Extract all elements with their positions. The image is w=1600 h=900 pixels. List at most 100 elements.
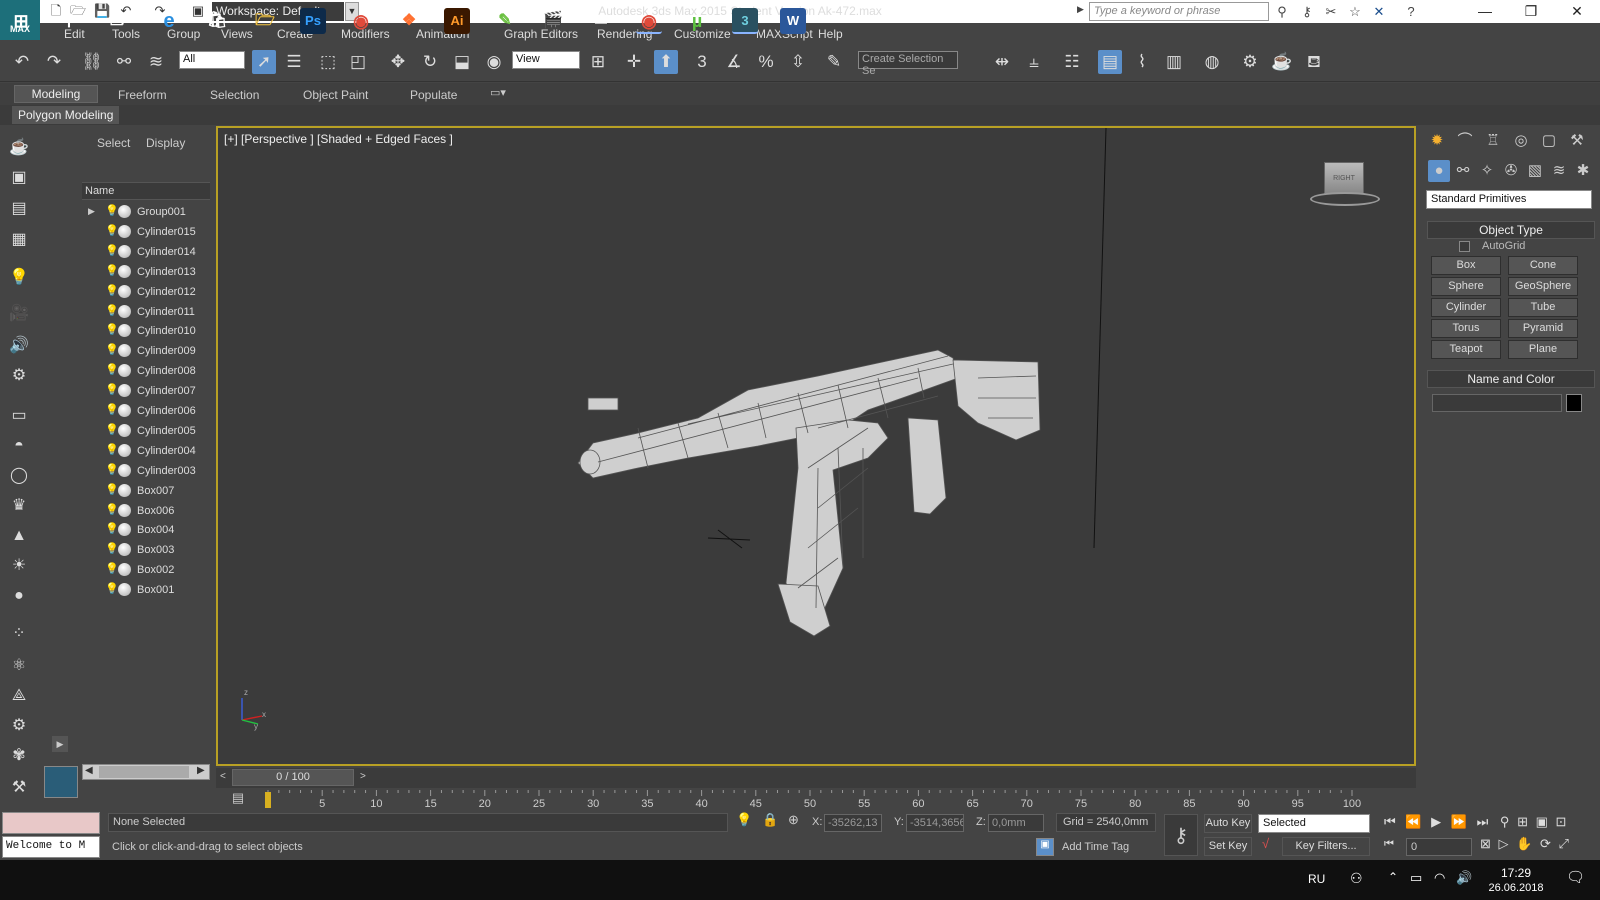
move-icon[interactable]: ✥ xyxy=(386,50,410,74)
visibility-bulb-icon[interactable]: 💡 xyxy=(105,463,119,476)
utorrent-icon[interactable]: µ xyxy=(684,8,710,34)
visibility-bulb-icon[interactable]: 💡 xyxy=(105,423,119,436)
select-manipulate-icon[interactable]: ✛ xyxy=(622,50,646,74)
rectangle-shape-icon[interactable]: ▭ xyxy=(6,404,32,428)
select-by-name-icon[interactable]: ☰ xyxy=(282,50,306,74)
y-coordinate-field[interactable]: -3514,3656 xyxy=(906,814,964,832)
subscription-icon[interactable]: ✂ xyxy=(1322,3,1340,20)
spinner-snap-icon[interactable]: ⇳ xyxy=(786,50,810,74)
play-icon[interactable]: ▶ xyxy=(1431,814,1441,829)
visibility-bulb-icon[interactable]: 💡 xyxy=(105,343,119,356)
rectangular-region-icon[interactable]: ⬚ xyxy=(316,50,340,74)
go-to-start-icon[interactable]: ⏮ xyxy=(1384,814,1396,829)
visibility-bulb-icon[interactable]: 💡 xyxy=(105,284,119,297)
selection-lock-icon[interactable]: 🔒 xyxy=(762,812,778,828)
scroll-right-icon[interactable]: ▶ xyxy=(197,765,205,776)
word-icon[interactable]: W xyxy=(780,8,806,34)
file-explorer-icon[interactable]: 🗁 xyxy=(252,8,278,34)
snaps-toggle-icon[interactable]: 3 xyxy=(690,50,714,74)
task-view-icon[interactable]: ❐ xyxy=(104,8,130,34)
utilities-tab-icon[interactable]: ⚒ xyxy=(1566,130,1588,152)
key-icon[interactable]: ⚷ xyxy=(1298,3,1316,20)
field-of-view-icon[interactable]: ▷ xyxy=(1499,836,1509,851)
name-and-color-rollout[interactable]: Name and Color xyxy=(1427,370,1595,388)
spacewarps-icon[interactable]: ≋ xyxy=(1548,160,1570,182)
expand-arrow-icon[interactable]: ▶ xyxy=(52,736,68,752)
explorer-row[interactable]: 💡 Cylinder006 xyxy=(82,401,210,421)
explorer-row[interactable]: 💡 Cylinder008 xyxy=(82,361,210,381)
time-slider[interactable]: < 0 / 100 > xyxy=(216,768,1416,788)
placement-icon[interactable]: ◉ xyxy=(482,50,506,74)
app-icon[interactable]: ❖ xyxy=(396,8,422,34)
add-time-tag-button[interactable]: Add Time Tag xyxy=(1062,841,1129,853)
tab-freeform[interactable]: Freeform xyxy=(118,88,167,102)
notes-icon[interactable]: ✎ xyxy=(492,8,518,34)
favorites-icon[interactable]: ☆ xyxy=(1346,3,1364,20)
table-icon[interactable]: ▦ xyxy=(6,228,32,252)
explorer-tab-display[interactable]: Display xyxy=(146,136,185,150)
visibility-bulb-icon[interactable]: 💡 xyxy=(105,483,119,496)
store-icon[interactable]: 🛍 xyxy=(204,8,230,34)
crown-icon[interactable]: ♛ xyxy=(6,494,32,518)
tab-modeling[interactable]: Modeling xyxy=(14,85,98,103)
z-coordinate-field[interactable]: 0,0mm xyxy=(988,814,1044,832)
visibility-bulb-icon[interactable]: 💡 xyxy=(105,503,119,516)
explorer-scrollbar[interactable]: ◀ ▶ xyxy=(82,764,210,780)
visibility-bulb-icon[interactable]: 💡 xyxy=(105,403,119,416)
tetra-icon[interactable]: ⟁ xyxy=(6,684,32,708)
ribbon-options-icon[interactable]: ▭▾ xyxy=(490,86,506,99)
render-frame-icon[interactable]: ▣ xyxy=(6,166,32,190)
viewcube[interactable]: RIGHT xyxy=(1324,162,1364,194)
explorer-row[interactable]: 💡 Cylinder013 xyxy=(82,262,210,282)
volume-icon[interactable]: 🔊 xyxy=(1456,870,1472,886)
video-icon[interactable]: 🎬 xyxy=(540,8,566,34)
robot-icon[interactable]: ⚙ xyxy=(6,364,32,388)
menu-help[interactable]: Help xyxy=(818,27,843,41)
scene-explorer-icon[interactable]: ▤ xyxy=(1098,50,1122,74)
systems-icon[interactable]: ✱ xyxy=(1572,160,1594,182)
visibility-bulb-icon[interactable]: 💡 xyxy=(105,204,119,217)
unlink-icon[interactable]: ⚯ xyxy=(112,50,136,74)
explorer-column-name[interactable]: Name xyxy=(82,182,210,200)
autogrid-checkbox[interactable] xyxy=(1459,241,1470,252)
create-box-button[interactable]: Box xyxy=(1431,256,1501,275)
gear-icon[interactable]: ⚙ xyxy=(6,714,32,738)
visibility-bulb-icon[interactable]: 💡 xyxy=(105,323,119,336)
visibility-bulb-icon[interactable]: 💡 xyxy=(105,582,119,595)
create-pyramid-button[interactable]: Pyramid xyxy=(1508,319,1578,338)
object-name-input[interactable] xyxy=(1432,394,1562,412)
explorer-row[interactable]: 💡 Cylinder007 xyxy=(82,381,210,401)
wifi-icon[interactable]: ◠ xyxy=(1434,870,1445,886)
mini-curve-editor-icon[interactable]: ▤ xyxy=(228,790,248,808)
key-mode-dropdown[interactable]: Selected xyxy=(1258,814,1370,833)
object-type-rollout[interactable]: Object Type xyxy=(1427,221,1595,239)
viewcube-compass-ring[interactable] xyxy=(1310,192,1380,206)
curve-editor-icon[interactable]: ⌇ xyxy=(1130,50,1154,74)
window-crossing-icon[interactable]: ◰ xyxy=(346,50,370,74)
x-coordinate-field[interactable]: -35262,13 xyxy=(824,814,882,832)
object-color-swatch[interactable] xyxy=(1566,394,1582,412)
sound-icon[interactable]: 🔊 xyxy=(6,334,32,358)
visibility-bulb-icon[interactable]: 💡 xyxy=(105,383,119,396)
absolute-mode-icon[interactable]: ⊕ xyxy=(788,812,799,828)
visibility-bulb-icon[interactable]: 💡 xyxy=(105,562,119,575)
maximize-viewport-icon[interactable]: ⤢ xyxy=(1559,836,1569,851)
tab-object-paint[interactable]: Object Paint xyxy=(303,88,368,102)
explorer-row[interactable]: 💡 Cylinder004 xyxy=(82,441,210,461)
clock-time[interactable]: 17:29 xyxy=(1484,866,1548,880)
visibility-bulb-icon[interactable]: 💡 xyxy=(105,264,119,277)
maxscript-mini-listener-top[interactable] xyxy=(2,812,100,834)
visibility-bulb-icon[interactable]: 💡 xyxy=(105,542,119,555)
create-geosphere-button[interactable]: GeoSphere xyxy=(1508,277,1578,296)
cone-icon[interactable]: ▲ xyxy=(6,524,32,548)
percent-snap-icon[interactable]: % xyxy=(754,50,778,74)
primitive-type-dropdown[interactable]: Standard Primitives xyxy=(1426,190,1592,209)
expand-arrow-icon[interactable]: ▶ xyxy=(88,206,95,217)
viewport-layout-thumbnail[interactable] xyxy=(44,766,78,798)
chrome-profile-icon[interactable]: ◉ xyxy=(636,8,662,34)
minimize-button[interactable]: — xyxy=(1462,0,1508,23)
visibility-bulb-icon[interactable]: 💡 xyxy=(105,224,119,237)
redo-icon[interactable]: ↷ xyxy=(42,50,66,74)
rotate-icon[interactable]: ↻ xyxy=(418,50,442,74)
windows-start-icon[interactable]: ⊞ xyxy=(8,8,34,34)
